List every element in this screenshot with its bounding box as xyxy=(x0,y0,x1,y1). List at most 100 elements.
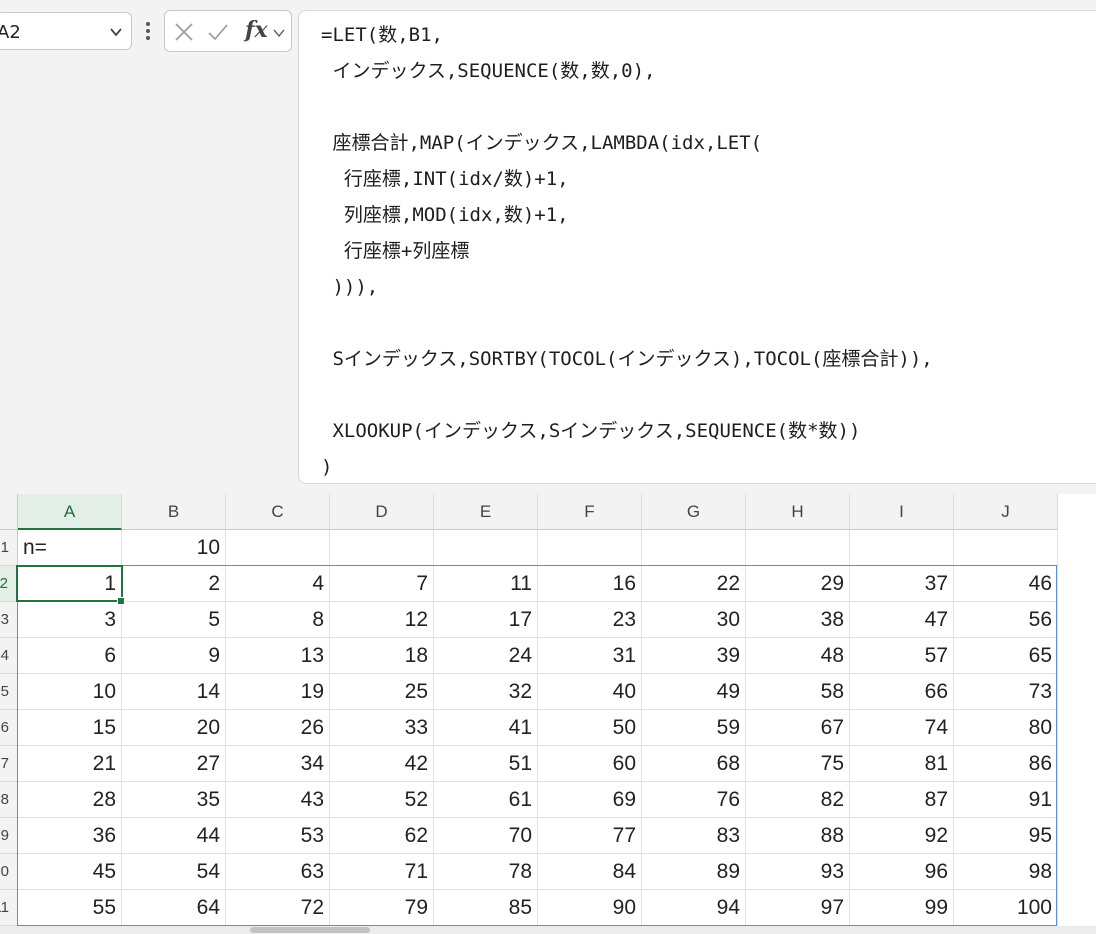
cell-c11[interactable]: 72 xyxy=(226,890,330,926)
cell-h1[interactable] xyxy=(746,530,850,566)
cell-g4[interactable]: 39 xyxy=(642,638,746,674)
cell-b2[interactable]: 2 xyxy=(122,566,226,602)
cell-a10[interactable]: 45 xyxy=(18,854,122,890)
cell-f4[interactable]: 31 xyxy=(538,638,642,674)
row-header-2[interactable]: 2 xyxy=(0,566,18,602)
cell-g3[interactable]: 30 xyxy=(642,602,746,638)
cell-e6[interactable]: 41 xyxy=(434,710,538,746)
cell-a8[interactable]: 28 xyxy=(18,782,122,818)
cell-d7[interactable]: 42 xyxy=(330,746,434,782)
insert-function-icon[interactable]: fx xyxy=(245,17,268,43)
column-header-g[interactable]: G xyxy=(642,494,746,530)
cell-g9[interactable]: 83 xyxy=(642,818,746,854)
cell-f2[interactable]: 16 xyxy=(538,566,642,602)
cell-a11[interactable]: 55 xyxy=(18,890,122,926)
cell-i6[interactable]: 74 xyxy=(850,710,954,746)
cell-g1[interactable] xyxy=(642,530,746,566)
cell-f6[interactable]: 50 xyxy=(538,710,642,746)
cell-i5[interactable]: 66 xyxy=(850,674,954,710)
cell-c9[interactable]: 53 xyxy=(226,818,330,854)
chevron-down-icon[interactable] xyxy=(109,25,123,39)
cell-a5[interactable]: 10 xyxy=(18,674,122,710)
cell-f7[interactable]: 60 xyxy=(538,746,642,782)
cell-e3[interactable]: 17 xyxy=(434,602,538,638)
cell-j9[interactable]: 95 xyxy=(954,818,1058,854)
cell-i7[interactable]: 81 xyxy=(850,746,954,782)
cell-d2[interactable]: 7 xyxy=(330,566,434,602)
cell-j5[interactable]: 73 xyxy=(954,674,1058,710)
cell-d1[interactable] xyxy=(330,530,434,566)
cell-j6[interactable]: 80 xyxy=(954,710,1058,746)
cell-h5[interactable]: 58 xyxy=(746,674,850,710)
select-all-corner[interactable] xyxy=(0,494,18,530)
cell-a3[interactable]: 3 xyxy=(18,602,122,638)
cell-h3[interactable]: 38 xyxy=(746,602,850,638)
column-header-d[interactable]: D xyxy=(330,494,434,530)
cell-j3[interactable]: 56 xyxy=(954,602,1058,638)
row-header-4[interactable]: 4 xyxy=(0,638,18,674)
cell-i3[interactable]: 47 xyxy=(850,602,954,638)
cell-h6[interactable]: 67 xyxy=(746,710,850,746)
cell-a9[interactable]: 36 xyxy=(18,818,122,854)
cell-c8[interactable]: 43 xyxy=(226,782,330,818)
cell-d10[interactable]: 71 xyxy=(330,854,434,890)
row-header-3[interactable]: 3 xyxy=(0,602,18,638)
cell-j4[interactable]: 65 xyxy=(954,638,1058,674)
cell-i2[interactable]: 37 xyxy=(850,566,954,602)
cell-b4[interactable]: 9 xyxy=(122,638,226,674)
cell-c6[interactable]: 26 xyxy=(226,710,330,746)
cell-b3[interactable]: 5 xyxy=(122,602,226,638)
cell-g11[interactable]: 94 xyxy=(642,890,746,926)
cell-b1[interactable]: 10 xyxy=(122,530,226,566)
cell-b8[interactable]: 35 xyxy=(122,782,226,818)
cell-h2[interactable]: 29 xyxy=(746,566,850,602)
cell-e1[interactable] xyxy=(434,530,538,566)
formula-bar-input[interactable]: =LET(数,B1, インデックス,SEQUENCE(数,数,0), 座標合計,… xyxy=(298,10,1096,484)
cell-e9[interactable]: 70 xyxy=(434,818,538,854)
horizontal-scrollbar[interactable] xyxy=(0,926,1096,934)
cell-d6[interactable]: 33 xyxy=(330,710,434,746)
cell-j10[interactable]: 98 xyxy=(954,854,1058,890)
cell-f3[interactable]: 23 xyxy=(538,602,642,638)
cell-e8[interactable]: 61 xyxy=(434,782,538,818)
cell-c1[interactable] xyxy=(226,530,330,566)
column-header-e[interactable]: E xyxy=(434,494,538,530)
cell-d11[interactable]: 79 xyxy=(330,890,434,926)
scrollbar-thumb[interactable] xyxy=(250,927,370,933)
cell-i11[interactable]: 99 xyxy=(850,890,954,926)
cell-a7[interactable]: 21 xyxy=(18,746,122,782)
cell-e10[interactable]: 78 xyxy=(434,854,538,890)
cell-d8[interactable]: 52 xyxy=(330,782,434,818)
cell-g6[interactable]: 59 xyxy=(642,710,746,746)
row-header-7[interactable]: 7 xyxy=(0,746,18,782)
cell-g8[interactable]: 76 xyxy=(642,782,746,818)
row-header-5[interactable]: 5 xyxy=(0,674,18,710)
cell-a4[interactable]: 6 xyxy=(18,638,122,674)
row-header-10[interactable]: 10 xyxy=(0,854,18,890)
cell-j1[interactable] xyxy=(954,530,1058,566)
cell-c5[interactable]: 19 xyxy=(226,674,330,710)
cell-e5[interactable]: 32 xyxy=(434,674,538,710)
cell-e7[interactable]: 51 xyxy=(434,746,538,782)
cell-g5[interactable]: 49 xyxy=(642,674,746,710)
cell-c10[interactable]: 63 xyxy=(226,854,330,890)
cell-e2[interactable]: 11 xyxy=(434,566,538,602)
row-header-9[interactable]: 9 xyxy=(0,818,18,854)
column-header-a[interactable]: A xyxy=(18,494,122,530)
cell-h4[interactable]: 48 xyxy=(746,638,850,674)
cell-c2[interactable]: 4 xyxy=(226,566,330,602)
cell-i10[interactable]: 96 xyxy=(850,854,954,890)
cell-c4[interactable]: 13 xyxy=(226,638,330,674)
cell-h10[interactable]: 93 xyxy=(746,854,850,890)
cell-j7[interactable]: 86 xyxy=(954,746,1058,782)
cell-a2[interactable]: 1 xyxy=(18,566,122,602)
cell-h9[interactable]: 88 xyxy=(746,818,850,854)
cell-e11[interactable]: 85 xyxy=(434,890,538,926)
cell-d9[interactable]: 62 xyxy=(330,818,434,854)
cell-i4[interactable]: 57 xyxy=(850,638,954,674)
column-header-f[interactable]: F xyxy=(538,494,642,530)
cell-g10[interactable]: 89 xyxy=(642,854,746,890)
cell-g2[interactable]: 22 xyxy=(642,566,746,602)
row-header-11[interactable]: 11 xyxy=(0,890,18,926)
cell-a6[interactable]: 15 xyxy=(18,710,122,746)
